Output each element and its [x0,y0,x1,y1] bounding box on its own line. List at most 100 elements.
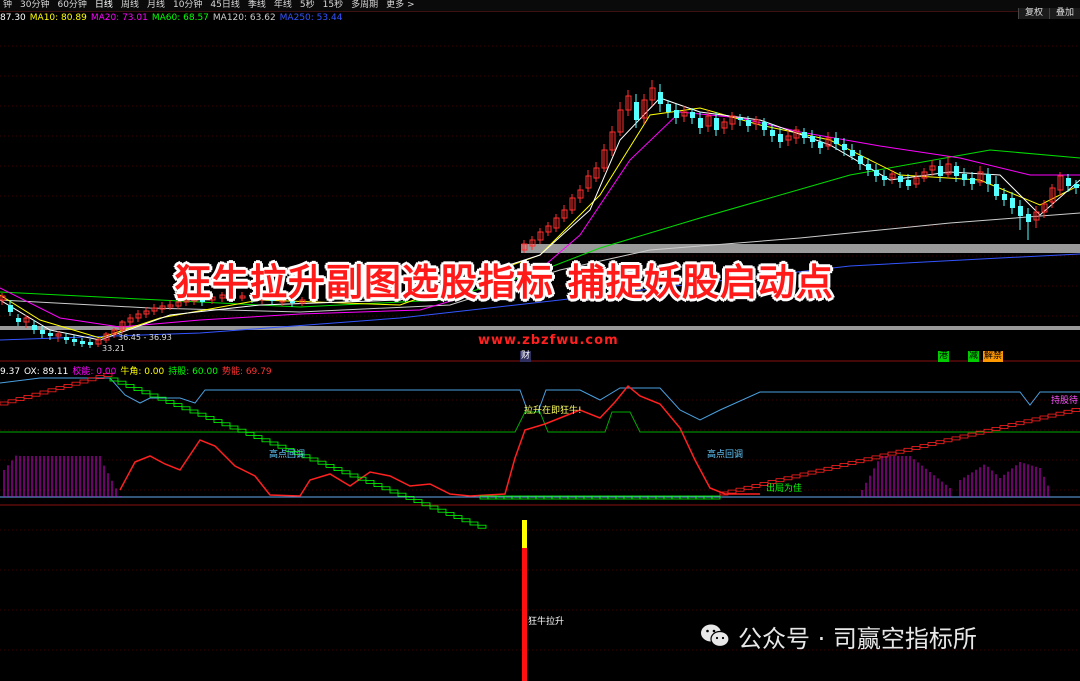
candle-body [1010,198,1015,208]
staircase-step [23,394,33,399]
staircase-step [751,483,761,488]
candlestick-chart[interactable] [0,23,1080,681]
candle-body [762,122,767,130]
staircase-step [365,479,375,484]
candle-body [690,112,695,118]
period-tab[interactable]: 年线 [271,0,297,11]
candle-body [32,325,37,330]
indicator-legend-item: 9.37 [0,367,21,377]
period-tab[interactable]: 5秒 [297,0,320,11]
staircase-step [791,474,801,479]
candle-body [970,178,975,184]
staircase-step [213,419,223,424]
staircase-step [133,387,143,392]
low-price-label: 33.21 [102,344,125,353]
staircase-step [959,434,969,439]
staircase-step [429,505,439,510]
staircase-step [373,483,383,488]
period-tab[interactable]: 60分钟 [54,0,91,11]
candle-body [80,341,85,344]
candle-body [634,102,639,120]
candle-body [48,333,53,336]
ma-legend: 87.30 MA10: 80.89 MA20: 73.01 MA60: 68.57 MA… [0,13,346,23]
period-tab[interactable]: 季线 [245,0,271,11]
indicator-legend-item: 校能: 0.00 [72,367,117,377]
staircase-step [261,438,271,443]
unlock-marker[interactable]: 解禁 [983,351,1004,362]
candle-body [738,118,743,120]
staircase-step [943,438,953,443]
overlay-button[interactable]: 叠加 [1048,8,1080,19]
candle-body [746,120,751,126]
candle-body [882,176,887,180]
ma-legend-item: MA250: 53.44 [279,13,343,23]
period-tab[interactable]: 钟 [0,0,17,11]
period-tab[interactable]: 月线 [144,0,170,11]
staircase-step [229,425,239,430]
annotation-pullback-1: 高点回调 [269,450,306,460]
staircase-step [727,489,737,494]
staircase-step [1055,411,1065,416]
staircase-step [437,508,447,513]
staircase-step [1007,423,1017,428]
staircase-step [815,468,825,473]
overlay-title: 狂牛拉升副图选股指标 捕捉妖股启动点 [174,261,834,304]
candle-body [8,305,13,312]
staircase-step [1071,407,1080,412]
candle-body [658,92,663,104]
candle-body [874,170,879,176]
staircase-step [341,470,351,475]
period-tab[interactable]: 30分钟 [17,0,54,11]
candle-body [962,174,967,180]
reduce-marker[interactable]: 减 [968,351,980,362]
finance-marker[interactable]: 财 [520,351,532,362]
staircase-step [461,518,471,523]
period-tab[interactable]: 多周期 [348,0,383,11]
period-tab[interactable]: 45日线 [207,0,244,11]
ma-legend-item: MA20: 73.01 [90,13,148,23]
period-tab[interactable]: 周线 [118,0,144,11]
staircase-step [253,435,263,440]
hk-marker[interactable]: 港 [938,351,950,362]
indicator-legend-item: 持股: 60.00 [168,367,218,377]
staircase-step [743,485,753,490]
candle-body [954,166,959,176]
period-tab[interactable]: 日线 [92,0,118,11]
staircase-step [181,406,191,411]
staircase-step [0,401,9,406]
candle-body [1066,178,1071,186]
candle-body [818,142,823,148]
staircase-step [55,386,65,391]
staircase-step [967,432,977,437]
staircase-step [799,472,809,477]
adjust-button[interactable]: 复权 [1017,8,1049,19]
candle-body [88,342,93,345]
staircase-step [63,383,73,388]
staircase-step [903,447,913,452]
period-tab[interactable]: 10分钟 [170,0,207,11]
staircase-step [47,388,57,393]
staircase-step [205,415,215,420]
candle-body [842,144,847,150]
website-watermark: www.zbzfwu.com [478,333,619,348]
staircase-step [269,441,279,446]
staircase-step [189,409,199,414]
wechat-watermark: 公众号 · 司赢空指标所 [700,618,977,654]
staircase-step [919,444,929,448]
staircase-step [783,476,793,481]
staircase-step [839,463,849,467]
period-tab[interactable]: 15秒 [320,0,348,11]
annotation-pullback-2: 高点回调 [707,450,744,460]
staircase-step [397,492,407,497]
period-tab[interactable]: 更多 > [383,0,419,11]
candle-body [770,130,775,136]
toolbar-right-buttons: 复权 叠加 [1017,0,1080,19]
candle-body [64,337,69,340]
staircase-step [39,390,49,395]
staircase-step [31,392,41,397]
staircase-step [71,381,81,386]
staircase-step [245,431,255,436]
signal-bar-top [522,520,527,548]
staircase-step [847,461,857,466]
candle-body [714,118,719,130]
